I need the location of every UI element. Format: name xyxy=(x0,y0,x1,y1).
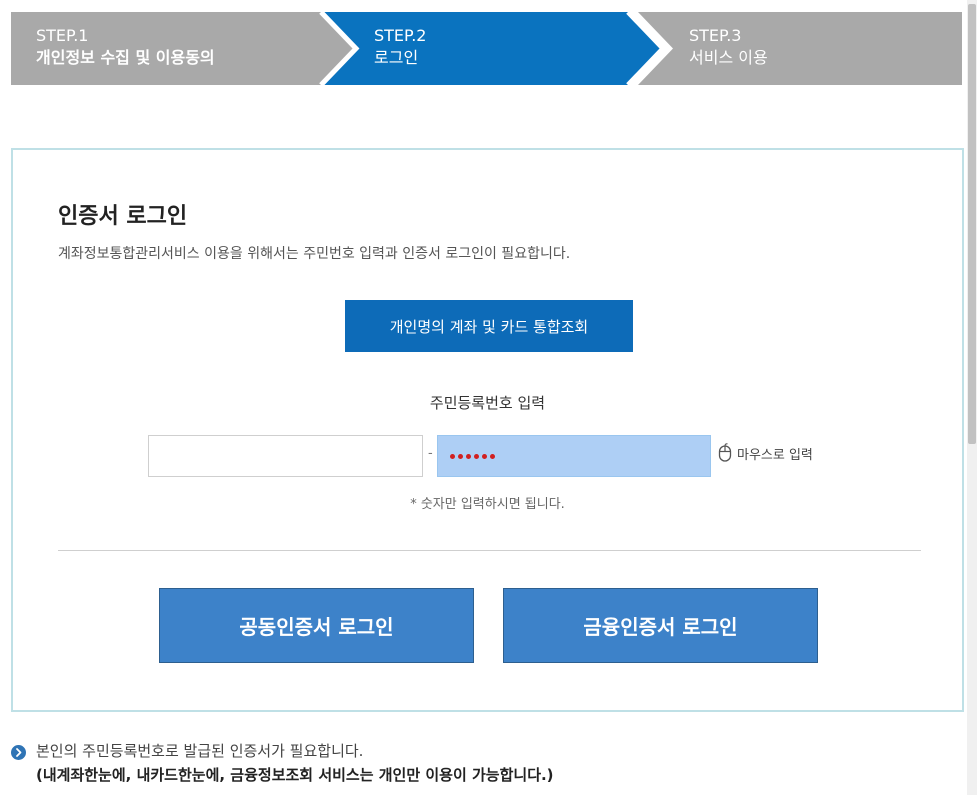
divider xyxy=(58,550,921,551)
step-2-label: 로그인 xyxy=(374,48,419,67)
masked-digit-dot xyxy=(458,453,463,459)
rrn-second-masked-input[interactable] xyxy=(437,435,711,477)
login-title: 인증서 로그인 xyxy=(58,204,188,229)
chevron-right-circle-icon xyxy=(11,745,26,760)
login-description: 계좌정보통합관리서비스 이용을 위해서는 주민번호 입력과 인증서 로그인이 필… xyxy=(58,246,571,262)
step-1: STEP.1 개인정보 수집 및 이용동의 xyxy=(36,25,215,69)
notice-line-2: (내계좌한눈에, 내카드한눈에, 금융정보조회 서비스는 개인만 이용이 가능합… xyxy=(36,766,554,784)
mouse-input-label: 마우스로 입력 xyxy=(737,447,813,463)
integrated-inquiry-button[interactable]: 개인명의 계좌 및 카드 통합조회 xyxy=(345,300,633,352)
step-3-shape xyxy=(638,12,962,85)
masked-digit-dot xyxy=(490,453,495,459)
rrn-label: 주민등록번호 입력 xyxy=(429,394,546,412)
vertical-scrollbar[interactable] xyxy=(967,0,977,795)
step-1-label: 개인정보 수집 및 이용동의 xyxy=(36,48,215,67)
masked-digit-dot xyxy=(474,453,479,459)
step-3: STEP.3 서비스 이용 xyxy=(689,25,768,69)
masked-digit-dot xyxy=(450,453,455,459)
step-3-number: STEP.3 xyxy=(689,26,742,45)
scrollbar-thumb[interactable] xyxy=(968,4,976,444)
step-2-shape xyxy=(321,12,663,85)
notice-line-1: 본인의 주민등록번호로 발급된 인증서가 필요합니다. xyxy=(36,742,364,760)
step-2: STEP.2 로그인 xyxy=(374,25,426,69)
certificate-login-panel: 인증서 로그인 계좌정보통합관리서비스 이용을 위해서는 주민번호 입력과 인증… xyxy=(11,148,964,712)
rrn-note: * 숫자만 입력하시면 됩니다. xyxy=(410,497,565,512)
financial-certificate-login-button[interactable]: 금융인증서 로그인 xyxy=(503,588,818,663)
step-3-label: 서비스 이용 xyxy=(689,48,768,67)
masked-digit-dot xyxy=(482,453,487,459)
common-certificate-login-button[interactable]: 공동인증서 로그인 xyxy=(159,588,474,663)
step-2-number: STEP.2 xyxy=(374,26,427,45)
mouse-icon xyxy=(718,443,732,462)
step-1-number: STEP.1 xyxy=(36,26,89,45)
rrn-first-input[interactable] xyxy=(148,435,423,477)
mouse-input-button[interactable]: 마우스로 입력 xyxy=(718,443,813,463)
rrn-dash: - xyxy=(428,446,433,461)
masked-digit-dot xyxy=(466,453,471,459)
step-progress-bar: STEP.1 개인정보 수집 및 이용동의 STEP.2 로그인 STEP.3 … xyxy=(11,12,962,85)
